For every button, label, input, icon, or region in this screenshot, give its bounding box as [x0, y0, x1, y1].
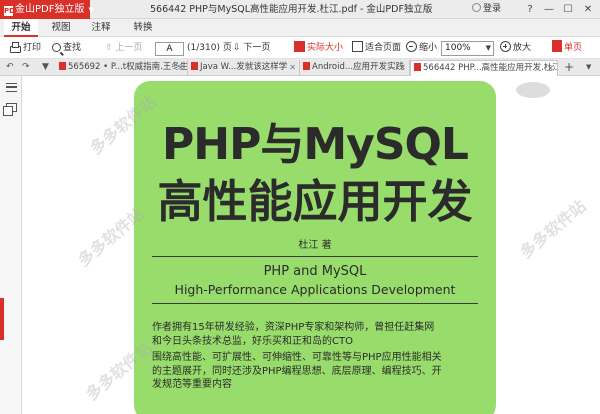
panel-resize-handle[interactable]	[0, 298, 4, 340]
pdf-app-icon: PDF	[4, 6, 20, 16]
new-tab-button[interactable]: +	[564, 59, 574, 76]
close-tab-icon[interactable]: ✕	[399, 60, 406, 75]
doc-tab-label: Android...应用开发实践	[312, 62, 404, 72]
zoom-out-label: 缩小	[419, 43, 438, 53]
single-page-label: 单页	[564, 43, 583, 53]
doc-tab-1[interactable]: 565692 • P...t权威指南.王冬生 ✕	[56, 60, 188, 76]
document-viewer[interactable]: PHP与MySQL 高性能应用开发 杜江 著 PHP and MySQL Hig…	[22, 76, 600, 414]
single-page-icon	[552, 40, 562, 52]
back-arrow-icon[interactable]: ↶	[6, 59, 14, 76]
cover-english-title-line1: PHP and MySQL	[263, 264, 367, 279]
window-title: 566442 PHP与MySQL高性能应用开发.杜江.pdf - 金山PDF独立…	[150, 4, 433, 15]
chevron-down-icon: ▼	[485, 44, 491, 52]
pdf-file-icon	[59, 62, 66, 70]
zoom-out-button[interactable]: 缩小	[406, 39, 437, 57]
cover-intro-paragraph: 作者拥有15年研发经验，资深PHP专家和架构师，曾担任赶集网 和今日头条技术总监…	[152, 321, 472, 348]
divider	[152, 303, 478, 304]
user-icon	[472, 3, 481, 12]
book-cover: PHP与MySQL 高性能应用开发 杜江 著 PHP and MySQL Hig…	[134, 81, 496, 414]
next-page-label: 下一页	[243, 43, 271, 53]
doc-tab-label: 565692 • P...t权威指南.王冬生	[68, 62, 188, 72]
printer-icon	[10, 42, 21, 53]
page-count: (1/310) 页	[187, 43, 232, 53]
minimize-button[interactable]: —	[541, 0, 557, 19]
toolbar: 打印 查找 ⇧ 上一页 ⇩ 下一页 实际大小 适合页面 缩小 放大 单页	[0, 37, 600, 59]
tab-annotate[interactable]: 注释	[86, 19, 116, 37]
more-tabs-icon[interactable]: ▼	[42, 59, 49, 76]
doc-tab-label: Java W...发就该这样学	[200, 62, 288, 72]
arrow-up-icon: ⇧	[105, 43, 113, 53]
search-icon	[52, 43, 61, 52]
prev-page-label: 上一页	[115, 43, 143, 53]
cover-summary-paragraph: 围绕高性能、可扩展性、可伸缩性、可靠性等与PHP应用性能相关 的主题展开，同时还…	[152, 351, 472, 392]
zoom-in-button[interactable]: 放大	[500, 39, 531, 57]
actual-size-icon	[294, 41, 305, 52]
zoom-in-icon	[500, 41, 511, 52]
help-button[interactable]: ?	[522, 0, 538, 19]
doc-tab-2[interactable]: Java W...发就该这样学 ✕	[188, 60, 300, 76]
chevron-down-icon[interactable]: ▼	[586, 59, 591, 76]
find-label: 查找	[63, 43, 82, 53]
actual-size-button[interactable]: 实际大小	[294, 39, 343, 57]
fit-page-label: 适合页面	[365, 43, 402, 53]
zoom-in-label: 放大	[513, 43, 532, 53]
watermark: 多多软件站	[516, 196, 590, 263]
bookmarks-icon[interactable]	[6, 83, 17, 92]
page-number-input[interactable]: A	[155, 42, 184, 56]
maximize-button[interactable]: ☐	[560, 0, 576, 19]
zoom-select[interactable]: 100% ▼	[441, 41, 494, 56]
close-tab-icon[interactable]: ✕	[289, 60, 296, 75]
doc-tab-label: 566442 PHP...高性能应用开发.杜江	[423, 63, 558, 73]
document-tab-bar: ↶ ↷ ▼ 565692 • P...t权威指南.王冬生 ✕ Java W...发…	[0, 59, 600, 76]
app-menu-button[interactable]: PDF金山PDF独立版 ▼	[0, 0, 94, 19]
login-button[interactable]: 登录	[472, 0, 501, 19]
login-label: 登录	[483, 4, 502, 14]
thumbnails-icon[interactable]	[3, 103, 17, 116]
intro-line: 作者拥有15年研发经验，资深PHP专家和架构师，曾担任赶集网	[152, 322, 435, 333]
tab-start[interactable]: 开始	[4, 19, 38, 37]
intro-line: 和今日头条技术总监，好乐买和正和岛的CTO	[152, 335, 353, 347]
prev-page-button[interactable]: ⇧ 上一页	[105, 39, 142, 57]
fit-page-icon	[352, 41, 363, 52]
cover-author: 杜江 著	[298, 240, 332, 251]
pdf-file-icon	[303, 62, 310, 70]
print-label: 打印	[23, 43, 42, 53]
find-button[interactable]: 查找	[52, 39, 81, 57]
title-bar: PDF金山PDF独立版 ▼ 566442 PHP与MySQL高性能应用开发.杜江.…	[0, 0, 600, 19]
pdf-file-icon	[191, 62, 198, 70]
next-page-button[interactable]: ⇩ 下一页	[233, 39, 270, 57]
tab-convert[interactable]: 转换	[128, 19, 158, 37]
zoom-out-icon	[406, 41, 417, 52]
print-button[interactable]: 打印	[10, 39, 41, 57]
cover-title-line1: PHP与MySQL	[162, 119, 469, 170]
doc-tab-4-active[interactable]: 566442 PHP...高性能应用开发.杜江 ✕	[410, 60, 558, 76]
doc-tab-3[interactable]: Android...应用开发实践 ✕	[300, 60, 410, 76]
close-button[interactable]: ✕	[580, 0, 596, 19]
close-tab-icon[interactable]: ✕	[177, 60, 184, 75]
tab-view[interactable]: 视图	[46, 19, 76, 37]
summary-line: 围绕高性能、可扩展性、可伸缩性、可靠性等与PHP应用性能相关	[152, 352, 442, 363]
forward-arrow-icon[interactable]: ↷	[22, 59, 30, 76]
summary-line: 发规范等重要内容	[152, 379, 232, 390]
scan-smudge	[516, 82, 550, 98]
app-name: 金山PDF独立版	[15, 4, 85, 15]
actual-size-label: 实际大小	[307, 43, 344, 53]
cover-title-line2: 高性能应用开发	[157, 175, 473, 228]
side-panel	[0, 76, 22, 414]
divider	[152, 256, 478, 257]
close-tab-icon[interactable]: ✕	[547, 61, 554, 76]
cover-english-title-line2: High-Performance Applications Developmen…	[174, 282, 456, 297]
fit-page-button[interactable]: 适合页面	[352, 39, 401, 57]
zoom-value: 100%	[445, 43, 471, 53]
chevron-down-icon: ▼	[88, 6, 94, 14]
pdf-file-icon	[414, 63, 421, 71]
menu-bar: 开始 视图 注释 转换	[0, 19, 600, 37]
summary-line: 的主题展开，同时还涉及PHP编程思想、底层原理、编程技巧、开	[152, 365, 442, 377]
arrow-down-icon: ⇩	[233, 43, 241, 53]
single-page-button[interactable]: 单页	[552, 39, 582, 57]
